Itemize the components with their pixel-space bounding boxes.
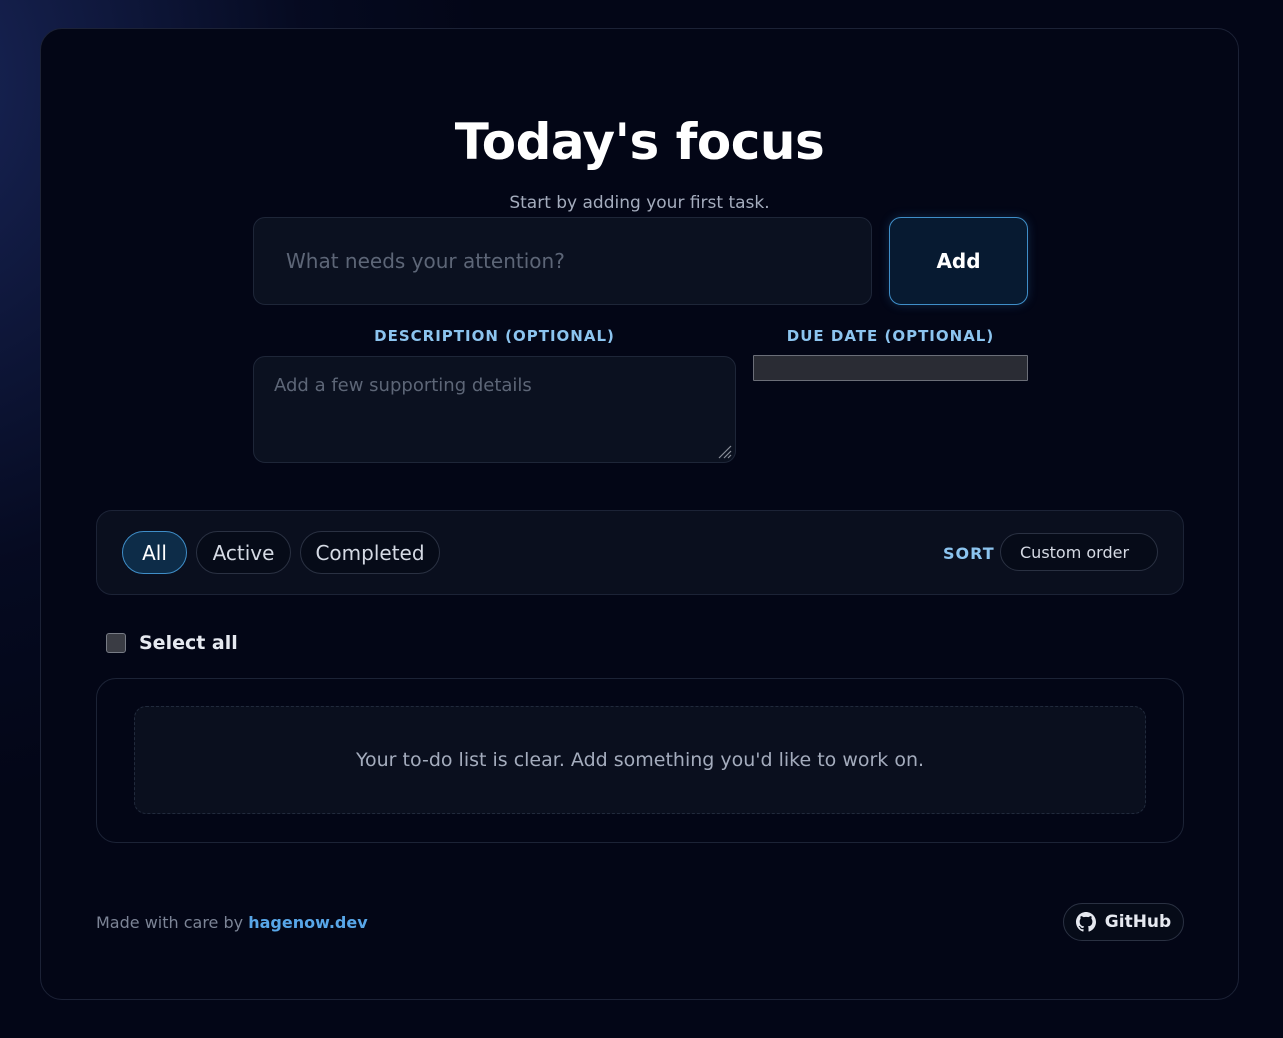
github-icon — [1075, 912, 1096, 932]
footer-credit: Made with care by hagenow.dev — [96, 913, 368, 932]
select-all-label: Select all — [139, 632, 238, 654]
description-label: DESCRIPTION (OPTIONAL) — [374, 327, 615, 345]
github-label: GitHub — [1104, 912, 1172, 932]
select-all-checkbox[interactable] — [106, 633, 126, 653]
empty-state-message: Your to-do list is clear. Add something … — [134, 706, 1146, 814]
task-list: Your to-do list is clear. Add something … — [96, 678, 1184, 843]
github-button[interactable]: GitHub — [1063, 903, 1184, 941]
filter-completed-button[interactable]: Completed — [300, 531, 440, 574]
resize-handle-icon[interactable] — [716, 443, 732, 459]
filter-all-button[interactable]: All — [122, 531, 187, 574]
sort-select[interactable]: Custom order — [1000, 533, 1158, 571]
due-date-input[interactable] — [753, 355, 1028, 381]
page-subtitle: Start by adding your first task. — [509, 193, 770, 213]
description-textarea[interactable] — [253, 356, 736, 463]
filter-bar: All Active Completed SORT Custom order — [96, 510, 1184, 595]
select-all-row[interactable]: Select all — [106, 632, 238, 654]
app-card: Today's focus Start by adding your first… — [40, 28, 1239, 1000]
footer-credit-prefix: Made with care by — [96, 913, 244, 932]
due-date-label: DUE DATE (OPTIONAL) — [786, 327, 995, 345]
footer-credit-link[interactable]: hagenow.dev — [248, 913, 367, 932]
page-title: Today's focus — [454, 113, 825, 171]
task-input[interactable] — [253, 217, 872, 305]
sort-label: SORT — [943, 544, 995, 563]
add-button[interactable]: Add — [889, 217, 1028, 305]
filter-active-button[interactable]: Active — [196, 531, 291, 574]
sort-select-value: Custom order — [1020, 542, 1130, 562]
